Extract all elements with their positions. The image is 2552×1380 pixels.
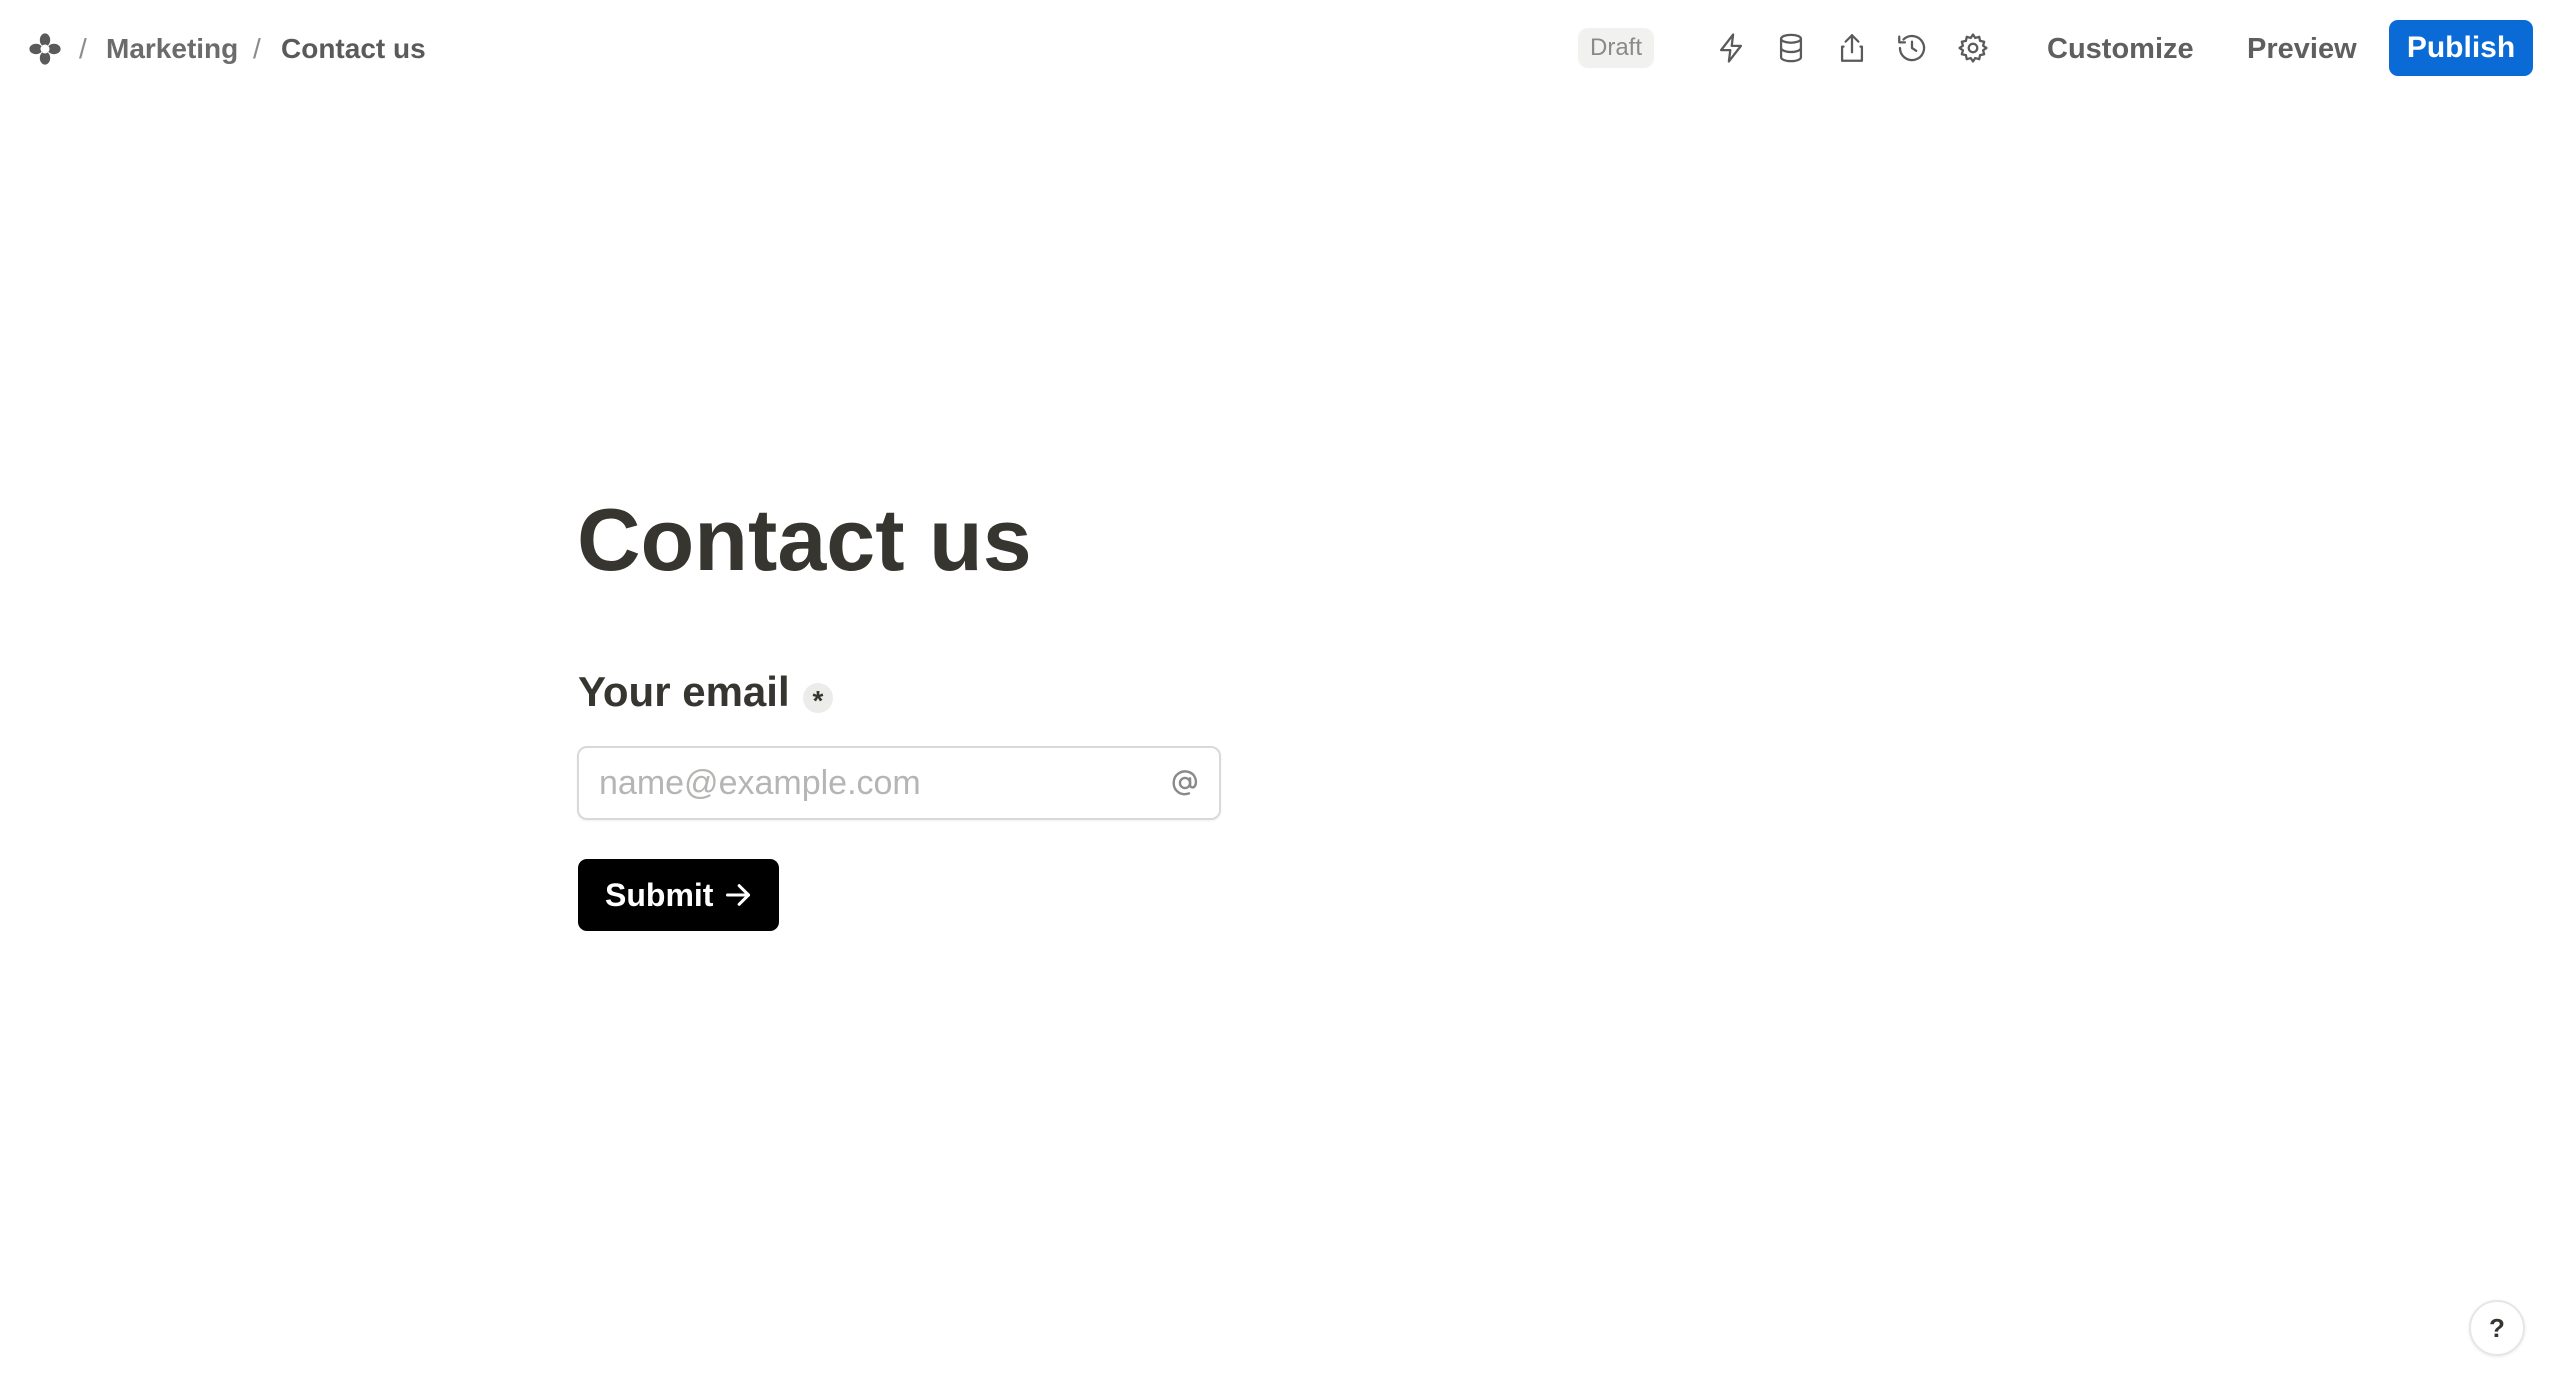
publish-button[interactable]: Publish	[2389, 20, 2533, 76]
submit-button-label: Submit	[605, 877, 714, 913]
at-sign-icon	[1169, 767, 1201, 799]
gear-icon[interactable]	[1953, 28, 1993, 68]
breadcrumb-separator: /	[253, 33, 261, 64]
lightning-icon[interactable]	[1711, 28, 1751, 68]
breadcrumb-item-contact-us[interactable]: Contact us	[281, 33, 426, 65]
required-indicator: *	[803, 683, 833, 716]
email-field-label: Your email	[578, 668, 790, 715]
arrow-right-icon	[724, 881, 752, 909]
workspace-logo-icon[interactable]	[28, 32, 62, 66]
top-bar: / Marketing / Contact us Draft Customize…	[0, 0, 2552, 98]
page-title: Contact us	[577, 490, 1032, 589]
email-input[interactable]	[579, 748, 1159, 818]
breadcrumb-separator: /	[79, 33, 87, 64]
database-icon[interactable]	[1771, 28, 1811, 68]
history-icon[interactable]	[1892, 28, 1932, 68]
breadcrumb-item-marketing[interactable]: Marketing	[106, 33, 238, 65]
submit-button[interactable]: Submit	[578, 859, 779, 931]
share-icon[interactable]	[1832, 28, 1872, 68]
status-badge: Draft	[1578, 28, 1655, 68]
email-field[interactable]	[577, 746, 1221, 820]
customize-button[interactable]: Customize	[2047, 26, 2194, 72]
help-button[interactable]: ?	[2469, 1300, 2525, 1356]
preview-button[interactable]: Preview	[2247, 26, 2357, 72]
